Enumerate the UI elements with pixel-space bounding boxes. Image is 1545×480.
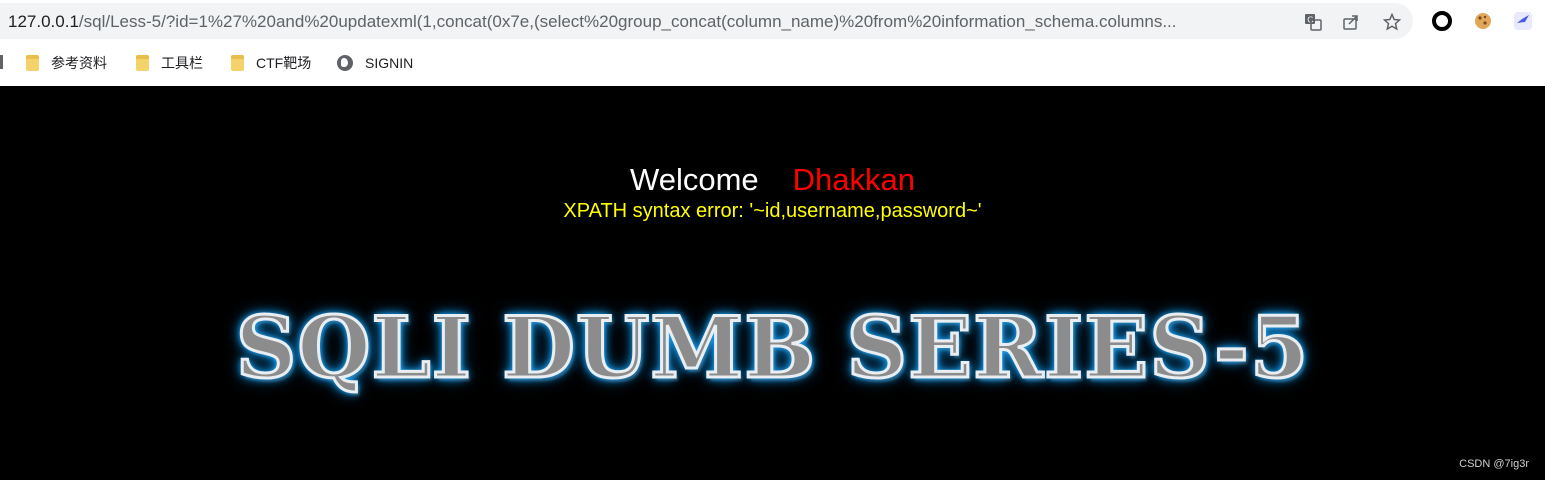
bookmark-folder-toolbar[interactable]: 工具栏 <box>136 52 203 74</box>
cookie-extension-icon[interactable] <box>1472 10 1494 32</box>
folder-icon <box>136 55 149 71</box>
translate-icon[interactable]: G <box>1302 11 1324 33</box>
bookmark-label: 参考资料 <box>51 55 107 71</box>
folder-icon <box>26 55 39 71</box>
xpath-error-message: XPATH syntax error: '~id,username,passwo… <box>563 200 982 222</box>
user-name: Dhakkan <box>792 162 915 197</box>
welcome-line: Welcome Dhakkan <box>0 162 1545 198</box>
bookmark-star-icon[interactable] <box>1381 11 1403 33</box>
bookmarks-bar: 参考资料 工具栏 CTF靶场 SIGNIN <box>0 48 1545 78</box>
url-path: /sql/Less-5/?id=1%27%20and%20updatexml(1… <box>78 12 1177 31</box>
url-host: 127.0.0.1 <box>8 12 79 31</box>
bookmark-label: SIGNIN <box>365 55 414 71</box>
bookmark-signin[interactable]: SIGNIN <box>337 52 413 74</box>
welcome-text: Welcome <box>630 162 759 197</box>
share-icon[interactable] <box>1340 11 1362 33</box>
page-content: Welcome Dhakkan XPATH syntax error: '~id,… <box>0 86 1545 480</box>
globe-icon <box>337 55 353 71</box>
address-bar[interactable]: 127.0.0.1/sql/Less-5/?id=1%27%20and%20up… <box>0 3 1413 39</box>
extension-circle-icon[interactable] <box>1431 10 1453 32</box>
bird-extension-icon[interactable] <box>1512 10 1534 32</box>
watermark: CSDN @7ig3r <box>1459 458 1529 470</box>
bookmark-label: CTF靶场 <box>256 55 312 71</box>
series-banner: SQLI DUMB SERIES-5 <box>234 297 1310 399</box>
folder-icon <box>231 55 244 71</box>
bookmark-folder-reference[interactable]: 参考资料 <box>26 52 107 74</box>
bookmark-folder-ctf[interactable]: CTF靶场 <box>231 52 311 74</box>
browser-chrome: 127.0.0.1/sql/Less-5/?id=1%27%20and%20up… <box>0 0 1545 86</box>
bookmark-label: 工具栏 <box>161 55 203 71</box>
url-text[interactable]: 127.0.0.1/sql/Less-5/?id=1%27%20and%20up… <box>8 12 1293 32</box>
